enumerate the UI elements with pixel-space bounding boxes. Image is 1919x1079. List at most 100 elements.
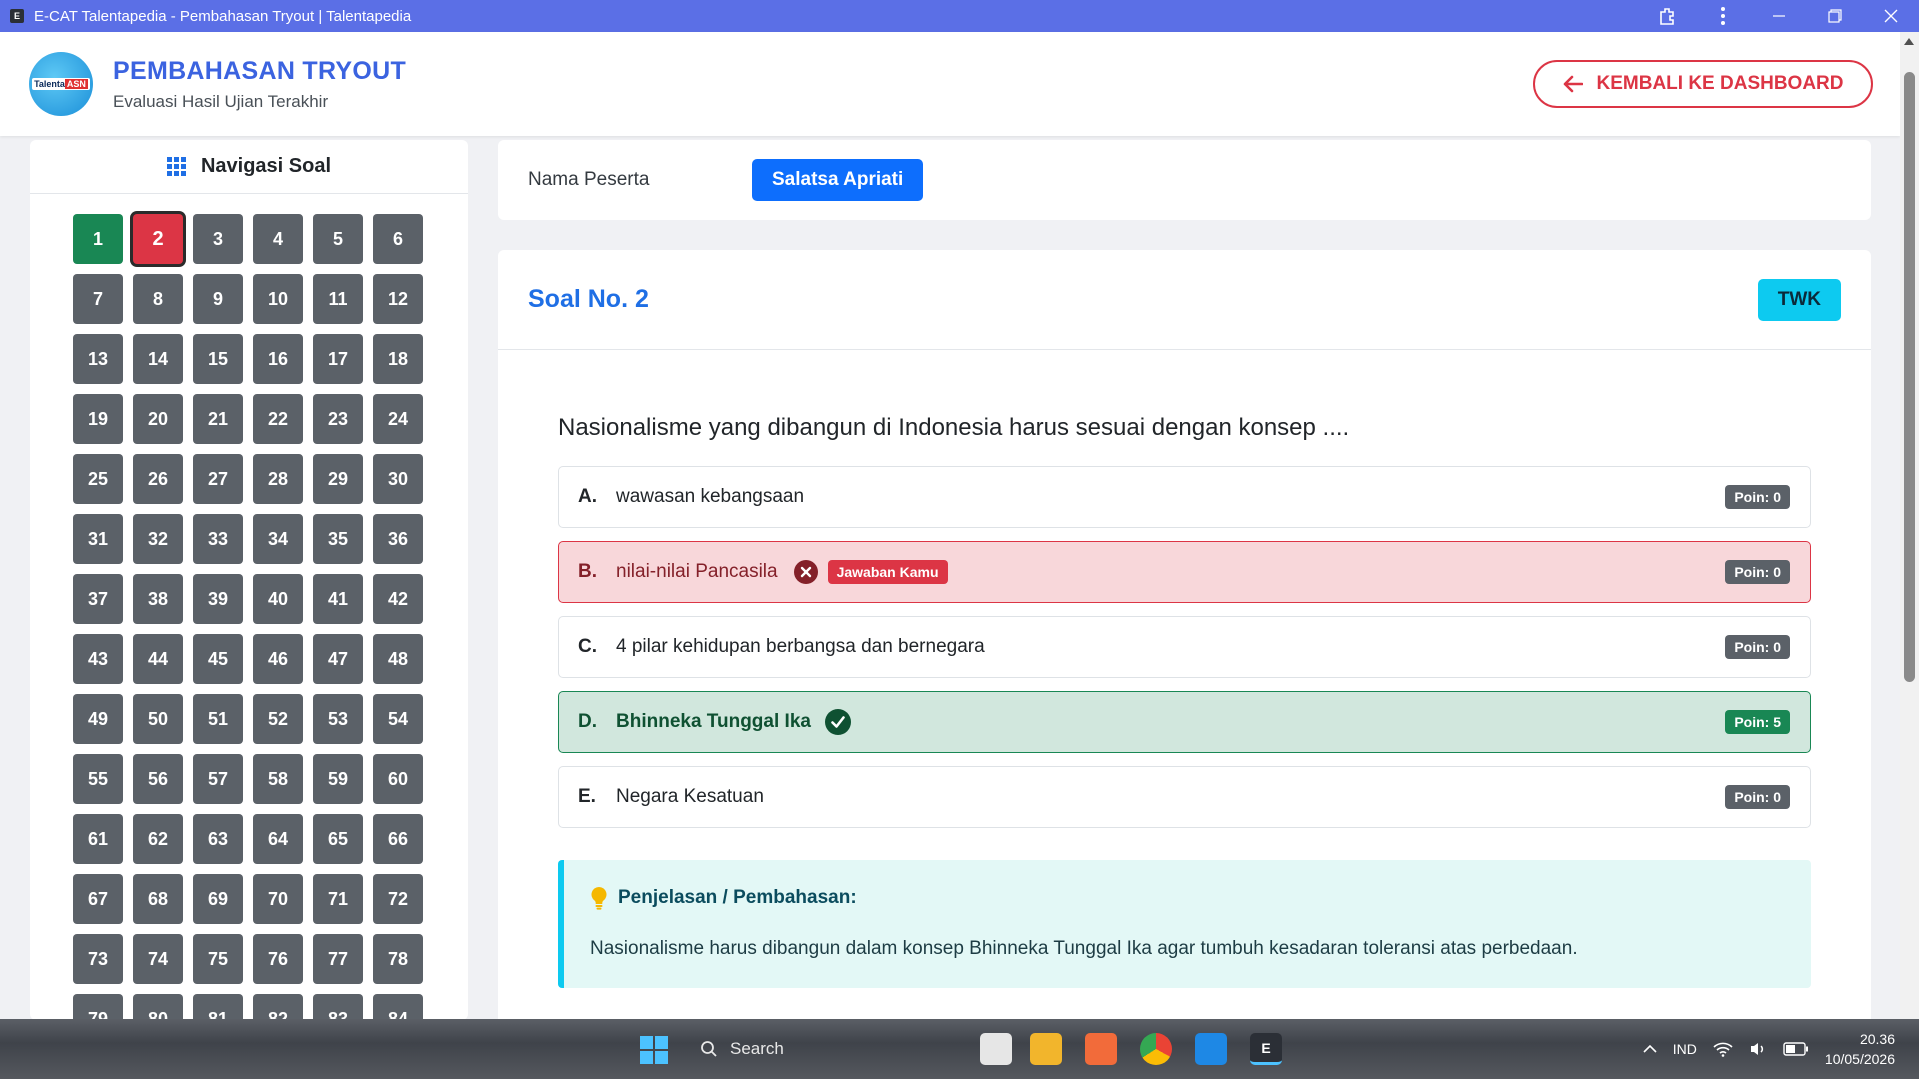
question-nav-button-39[interactable]: 39: [193, 574, 243, 624]
question-nav-button-69[interactable]: 69: [193, 874, 243, 924]
question-nav-button-27[interactable]: 27: [193, 454, 243, 504]
back-to-dashboard-button[interactable]: KEMBALI KE DASHBOARD: [1533, 60, 1873, 108]
question-nav-button-13[interactable]: 13: [73, 334, 123, 384]
close-window-icon[interactable]: [1863, 0, 1919, 32]
question-nav-button-49[interactable]: 49: [73, 694, 123, 744]
question-nav-button-43[interactable]: 43: [73, 634, 123, 684]
question-nav-button-42[interactable]: 42: [373, 574, 423, 624]
question-nav-button-20[interactable]: 20: [133, 394, 183, 444]
scroll-up-icon[interactable]: [1904, 38, 1914, 45]
question-nav-button-16[interactable]: 16: [253, 334, 303, 384]
question-nav-button-62[interactable]: 62: [133, 814, 183, 864]
question-nav-button-35[interactable]: 35: [313, 514, 363, 564]
question-nav-button-17[interactable]: 17: [313, 334, 363, 384]
page-scrollbar[interactable]: [1900, 32, 1919, 1032]
question-nav-button-74[interactable]: 74: [133, 934, 183, 984]
restore-window-icon[interactable]: [1807, 0, 1863, 32]
question-nav-button-68[interactable]: 68: [133, 874, 183, 924]
chevron-up-icon[interactable]: [1643, 1044, 1657, 1054]
question-nav-button-8[interactable]: 8: [133, 274, 183, 324]
question-nav-button-67[interactable]: 67: [73, 874, 123, 924]
question-nav-button-24[interactable]: 24: [373, 394, 423, 444]
minimize-window-icon[interactable]: [1751, 0, 1807, 32]
question-nav-button-44[interactable]: 44: [133, 634, 183, 684]
vscode-icon[interactable]: [1195, 1033, 1227, 1065]
file-explorer-icon[interactable]: [1030, 1033, 1062, 1065]
question-nav-button-31[interactable]: 31: [73, 514, 123, 564]
language-indicator[interactable]: IND: [1673, 1041, 1697, 1057]
question-nav-button-51[interactable]: 51: [193, 694, 243, 744]
question-nav-button-9[interactable]: 9: [193, 274, 243, 324]
question-nav-button-50[interactable]: 50: [133, 694, 183, 744]
question-nav-button-53[interactable]: 53: [313, 694, 363, 744]
question-nav-button-12[interactable]: 12: [373, 274, 423, 324]
question-nav-button-60[interactable]: 60: [373, 754, 423, 804]
question-nav-button-57[interactable]: 57: [193, 754, 243, 804]
question-nav-button-3[interactable]: 3: [193, 214, 243, 264]
question-nav-button-29[interactable]: 29: [313, 454, 363, 504]
question-nav-button-15[interactable]: 15: [193, 334, 243, 384]
scrollbar-thumb[interactable]: [1904, 72, 1915, 682]
question-nav-button-34[interactable]: 34: [253, 514, 303, 564]
question-nav-button-84[interactable]: 84: [373, 994, 423, 1020]
question-nav-button-4[interactable]: 4: [253, 214, 303, 264]
question-nav-button-76[interactable]: 76: [253, 934, 303, 984]
question-nav-button-52[interactable]: 52: [253, 694, 303, 744]
question-nav-button-66[interactable]: 66: [373, 814, 423, 864]
question-nav-button-18[interactable]: 18: [373, 334, 423, 384]
question-nav-button-25[interactable]: 25: [73, 454, 123, 504]
question-nav-button-2[interactable]: 2: [133, 214, 183, 264]
question-nav-button-58[interactable]: 58: [253, 754, 303, 804]
xampp-icon[interactable]: [1085, 1033, 1117, 1065]
question-nav-button-78[interactable]: 78: [373, 934, 423, 984]
question-nav-button-40[interactable]: 40: [253, 574, 303, 624]
chrome-icon[interactable]: [1140, 1033, 1172, 1065]
question-nav-button-26[interactable]: 26: [133, 454, 183, 504]
question-nav-button-14[interactable]: 14: [133, 334, 183, 384]
volume-icon[interactable]: [1749, 1041, 1767, 1057]
battery-icon[interactable]: [1783, 1042, 1809, 1056]
question-nav-button-48[interactable]: 48: [373, 634, 423, 684]
question-nav-button-7[interactable]: 7: [73, 274, 123, 324]
taskbar-search[interactable]: Search: [690, 1031, 950, 1067]
question-nav-button-65[interactable]: 65: [313, 814, 363, 864]
question-nav-button-72[interactable]: 72: [373, 874, 423, 924]
more-options-icon[interactable]: [1695, 0, 1751, 32]
question-nav-button-56[interactable]: 56: [133, 754, 183, 804]
wifi-icon[interactable]: [1713, 1041, 1733, 1057]
question-nav-button-1[interactable]: 1: [73, 214, 123, 264]
question-nav-button-71[interactable]: 71: [313, 874, 363, 924]
question-nav-button-33[interactable]: 33: [193, 514, 243, 564]
question-nav-button-6[interactable]: 6: [373, 214, 423, 264]
question-nav-button-83[interactable]: 83: [313, 994, 363, 1020]
question-nav-button-38[interactable]: 38: [133, 574, 183, 624]
question-nav-button-36[interactable]: 36: [373, 514, 423, 564]
question-nav-button-22[interactable]: 22: [253, 394, 303, 444]
question-nav-button-55[interactable]: 55: [73, 754, 123, 804]
question-nav-button-32[interactable]: 32: [133, 514, 183, 564]
question-nav-button-61[interactable]: 61: [73, 814, 123, 864]
question-nav-button-21[interactable]: 21: [193, 394, 243, 444]
question-nav-button-10[interactable]: 10: [253, 274, 303, 324]
question-nav-button-64[interactable]: 64: [253, 814, 303, 864]
taskbar-clock[interactable]: 20.36 10/05/2026: [1825, 1029, 1895, 1069]
question-nav-button-5[interactable]: 5: [313, 214, 363, 264]
question-nav-button-75[interactable]: 75: [193, 934, 243, 984]
question-nav-button-46[interactable]: 46: [253, 634, 303, 684]
question-nav-button-54[interactable]: 54: [373, 694, 423, 744]
question-nav-button-30[interactable]: 30: [373, 454, 423, 504]
question-nav-button-79[interactable]: 79: [73, 994, 123, 1020]
question-nav-button-45[interactable]: 45: [193, 634, 243, 684]
question-nav-button-37[interactable]: 37: [73, 574, 123, 624]
extensions-icon[interactable]: [1639, 0, 1695, 32]
question-nav-button-77[interactable]: 77: [313, 934, 363, 984]
question-nav-button-82[interactable]: 82: [253, 994, 303, 1020]
question-nav-button-63[interactable]: 63: [193, 814, 243, 864]
question-nav-button-81[interactable]: 81: [193, 994, 243, 1020]
question-nav-button-11[interactable]: 11: [313, 274, 363, 324]
question-nav-button-47[interactable]: 47: [313, 634, 363, 684]
question-nav-button-41[interactable]: 41: [313, 574, 363, 624]
task-view-icon[interactable]: [980, 1033, 1012, 1065]
question-nav-button-70[interactable]: 70: [253, 874, 303, 924]
question-nav-button-19[interactable]: 19: [73, 394, 123, 444]
